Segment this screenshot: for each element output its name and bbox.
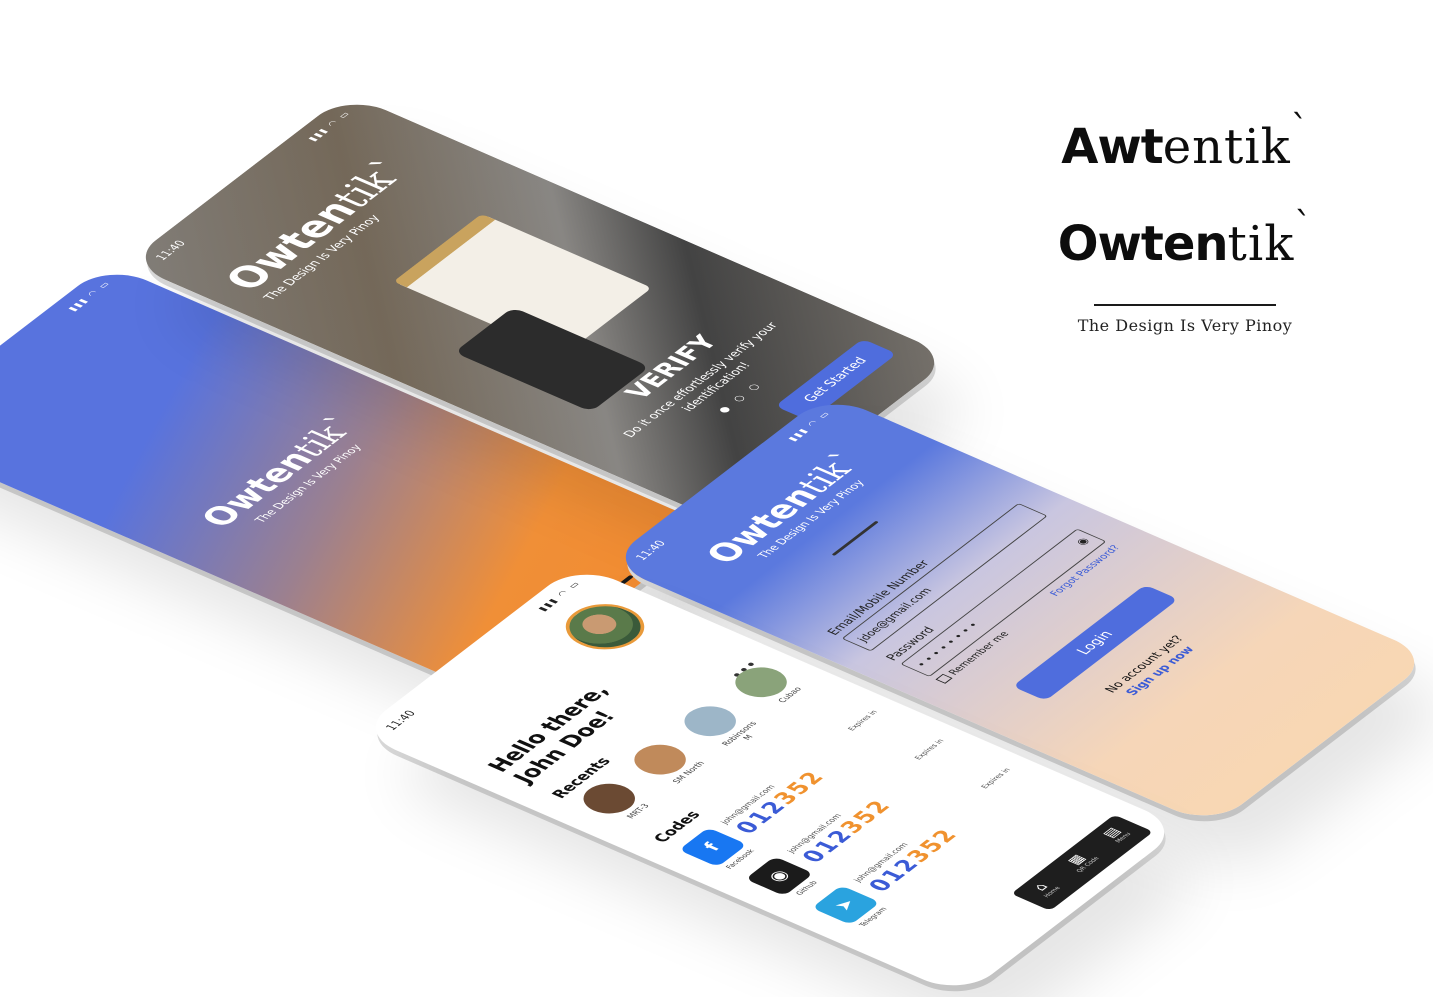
splash-logo: Owtentik` The Design Is Very Pinoy bbox=[150, 378, 425, 571]
checkbox-icon[interactable] bbox=[935, 673, 953, 684]
splash-tagline: The Design Is Very Pinoy bbox=[252, 442, 365, 525]
signal-icons: ▮▮▮ ◠ ▭ bbox=[306, 109, 355, 143]
brand-block: Awtentik` Owtentik` The Design Is Very P… bbox=[1040, 100, 1330, 335]
nav-menu[interactable]: ▤ Menu bbox=[1099, 826, 1136, 846]
expiry-timer: Expires in bbox=[912, 738, 947, 761]
recent-item[interactable]: Robinsons M bbox=[672, 699, 770, 753]
sheet-handle[interactable] bbox=[831, 520, 879, 556]
recent-item[interactable]: SM North bbox=[622, 737, 720, 791]
awtentik-logo: Awtentik` bbox=[1061, 109, 1309, 175]
nav-home[interactable]: ⌂ Home bbox=[1029, 880, 1066, 900]
avatar[interactable] bbox=[550, 595, 660, 659]
expiry-timer: Expires in bbox=[979, 767, 1013, 790]
bottom-nav: ⌂ Home ▦ QR Code ▤ Menu bbox=[1011, 814, 1154, 911]
status-bar: 11:40 ▮▮▮ ◠ ▭ bbox=[0, 280, 117, 432]
status-time: 11:40 bbox=[152, 238, 189, 263]
brand-divider bbox=[1094, 304, 1276, 306]
status-time: 11:40 bbox=[632, 538, 669, 563]
eye-icon[interactable]: ◉ bbox=[1066, 533, 1100, 550]
brand-tagline: The Design Is Very Pinoy bbox=[1077, 316, 1293, 335]
status-time: 11:40 bbox=[382, 708, 419, 733]
expiry-timer: Expires in bbox=[846, 709, 880, 732]
signal-icons: ▮▮▮ ◠ ▭ bbox=[66, 279, 115, 313]
nav-qr[interactable]: ▦ QR Code bbox=[1061, 850, 1104, 875]
owtentik-logo: Owtentik` bbox=[1057, 206, 1313, 272]
